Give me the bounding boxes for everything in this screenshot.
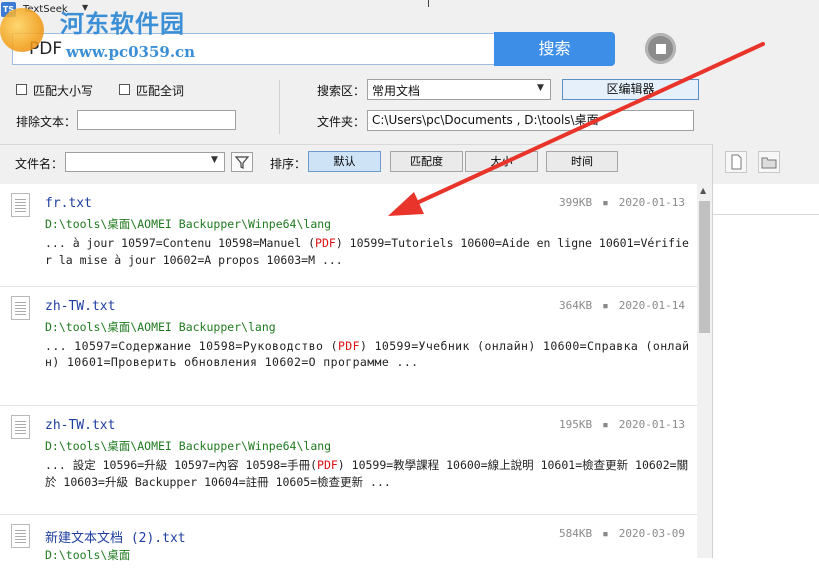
search-area-label: 搜索区： xyxy=(317,84,366,98)
result-filename[interactable]: 新建文本文档 (2).txt xyxy=(45,527,186,546)
search-area-select-value[interactable]: 常用文档 xyxy=(372,82,420,99)
exclude-text-input[interactable] xyxy=(77,110,236,130)
result-filename[interactable]: fr.txt xyxy=(45,196,92,211)
scroll-up-arrow-icon[interactable]: ▲ xyxy=(700,186,706,195)
result-item[interactable]: zh-TW.txt 364KB ▪ 2020-01-14 D:\tools\桌面\A… xyxy=(0,287,697,406)
scrollbar-thumb[interactable] xyxy=(699,201,710,333)
filename-filter-select[interactable] xyxy=(65,152,225,172)
panel-divider xyxy=(279,80,280,134)
result-meta: 399KB ▪ 2020-01-13 xyxy=(559,196,685,209)
result-size: 364KB xyxy=(559,299,593,312)
open-folder-button[interactable] xyxy=(758,151,780,173)
chevron-down-icon[interactable]: ▼ xyxy=(537,83,544,93)
sort-relevance-button[interactable]: 匹配度 xyxy=(390,151,463,172)
text-file-icon xyxy=(11,296,30,320)
result-snippet: ... 10597=Содержание 10598=Руководство (… xyxy=(45,339,690,369)
match-case-label: 匹配大小写 xyxy=(33,84,94,98)
text-file-icon xyxy=(11,193,30,217)
exclude-label: 排除文本： xyxy=(16,115,77,129)
result-size: 399KB xyxy=(559,196,593,209)
text-file-icon xyxy=(11,415,30,439)
result-size: 584KB xyxy=(559,527,593,540)
open-file-button[interactable] xyxy=(725,151,747,173)
folder-label: 文件夹： xyxy=(317,115,366,129)
result-date: 2020-03-09 xyxy=(618,527,685,540)
result-path[interactable]: D:\tools\桌面\AOMEI Backupper\Winpe64\lang xyxy=(45,438,331,454)
text-file-icon xyxy=(11,524,30,548)
preview-divider xyxy=(713,214,819,215)
match-case-checkbox[interactable] xyxy=(16,84,27,95)
result-path[interactable]: D:\tools\桌面\AOMEI Backupper\lang xyxy=(45,319,276,335)
result-path[interactable]: D:\tools\桌面 xyxy=(45,547,130,563)
watermark-title: 河东软件园 xyxy=(60,9,185,38)
area-editor-button[interactable]: 区编辑器 xyxy=(562,79,699,100)
result-snippet: ... à jour 10597=Contenu 10598=Manuel (P… xyxy=(45,236,689,267)
sort-size-button[interactable]: 大小 xyxy=(465,151,538,172)
match-highlight: PDF xyxy=(315,236,336,250)
result-meta: 195KB ▪ 2020-01-13 xyxy=(559,418,685,431)
result-filename[interactable]: zh-TW.txt xyxy=(45,299,115,314)
folder-icon xyxy=(761,157,777,169)
folder-path-field[interactable]: C:\Users\pc\Documents , D:\tools\桌面 xyxy=(367,110,694,131)
sort-time-button[interactable]: 时间 xyxy=(546,151,618,172)
search-button[interactable]: 搜索 xyxy=(494,32,615,66)
result-item[interactable]: fr.txt 399KB ▪ 2020-01-13 D:\tools\桌面\AOME… xyxy=(0,184,697,287)
sort-default-button[interactable]: 默认 xyxy=(308,151,381,172)
result-date: 2020-01-13 xyxy=(618,196,685,209)
result-path[interactable]: D:\tools\桌面\AOMEI Backupper\Winpe64\lang xyxy=(45,216,331,232)
filter-button[interactable] xyxy=(231,152,253,172)
chevron-down-icon[interactable]: ▼ xyxy=(211,155,218,165)
result-item[interactable]: zh-TW.txt 195KB ▪ 2020-01-13 D:\tools\桌面\A… xyxy=(0,406,697,515)
watermark-logo xyxy=(0,8,44,52)
result-meta: 364KB ▪ 2020-01-14 xyxy=(559,299,685,312)
result-size: 195KB xyxy=(559,418,593,431)
preview-panel xyxy=(712,144,819,558)
watermark-url: www.pc0359.cn xyxy=(66,43,196,61)
document-icon xyxy=(731,154,742,170)
match-highlight: PDF xyxy=(317,458,338,472)
stop-icon xyxy=(656,44,666,54)
result-date: 2020-01-14 xyxy=(618,299,685,312)
result-item[interactable]: 新建文本文档 (2).txt 584KB ▪ 2020-03-09 D:\tools… xyxy=(0,515,697,575)
result-snippet: ... 設定 10596=升級 10597=內容 10598=手冊(PDF) 1… xyxy=(45,458,689,489)
result-date: 2020-01-13 xyxy=(618,418,685,431)
filename-label: 文件名： xyxy=(15,157,64,171)
match-highlight: PDF xyxy=(337,339,360,353)
window-control-mark xyxy=(428,0,429,7)
result-meta: 584KB ▪ 2020-03-09 xyxy=(559,527,685,540)
result-filename[interactable]: zh-TW.txt xyxy=(45,418,115,433)
match-whole-checkbox[interactable] xyxy=(119,84,130,95)
funnel-icon xyxy=(234,156,250,169)
results-list: fr.txt 399KB ▪ 2020-01-13 D:\tools\桌面\AOME… xyxy=(0,184,697,562)
sort-label: 排序： xyxy=(270,157,307,171)
match-whole-label: 匹配全词 xyxy=(136,84,185,98)
